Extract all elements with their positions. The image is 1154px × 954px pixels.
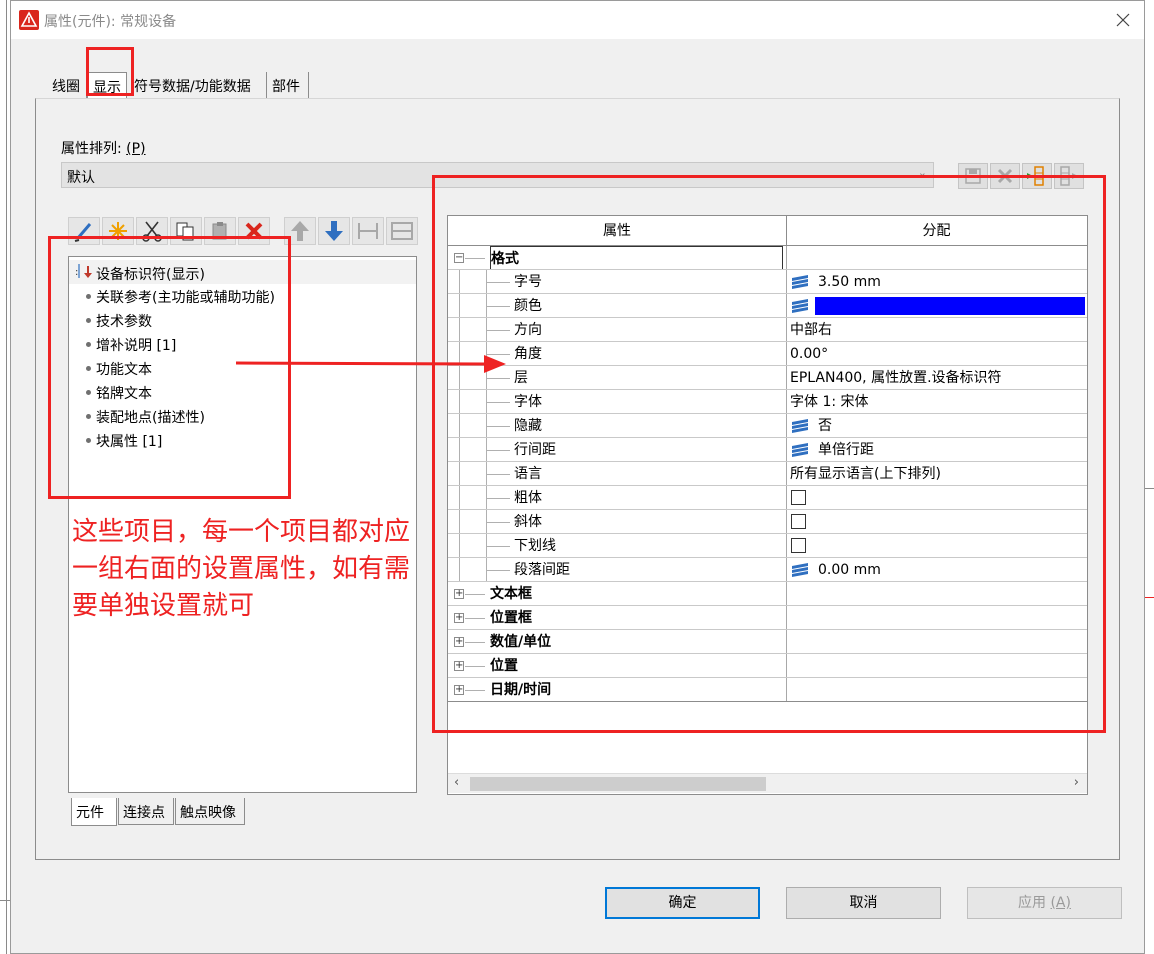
window-title: 属性(元件): 常规设备 [44, 14, 177, 30]
tab-parts[interactable]: 部件 [267, 72, 309, 99]
eplan-app-icon [19, 10, 39, 30]
bg-divider [0, 900, 10, 901]
group-icon [358, 223, 378, 239]
cancel-button[interactable]: 取消 [786, 887, 941, 919]
title-bar: 属性(元件): 常规设备 [11, 1, 1144, 39]
annotation-box-display-tab [86, 47, 134, 96]
property-order-label: 属性排列: (P) [61, 141, 146, 157]
scroll-left-icon[interactable]: ‹ [454, 775, 459, 790]
annotation-box-property-grid [432, 175, 1106, 733]
ungroup-button[interactable] [386, 217, 418, 245]
apply-button[interactable]: 应用 (A) [967, 887, 1122, 919]
arrow-down-icon [325, 221, 343, 241]
scrollbar-thumb[interactable] [470, 777, 766, 791]
close-button[interactable] [1112, 9, 1134, 31]
close-icon [1116, 13, 1130, 27]
apply-label: 应用 [1018, 895, 1047, 911]
horizontal-scrollbar[interactable]: ‹ › [448, 773, 1087, 793]
annotation-note: 这些项目，每一个项目都对应一组右面的设置属性，如有需要单独设置就可 [72, 517, 411, 621]
tab-connection-points[interactable]: 连接点 [118, 798, 174, 825]
tab-coil[interactable]: 线圈 [47, 72, 87, 99]
group-button[interactable] [352, 217, 384, 245]
tab-contact-image[interactable]: 触点映像 [175, 798, 245, 825]
move-down-button[interactable] [318, 217, 350, 245]
scroll-right-icon[interactable]: › [1074, 775, 1079, 790]
ok-button[interactable]: 确定 [605, 887, 760, 919]
annotation-arrow-icon [236, 355, 506, 373]
bg-divider [6, 0, 7, 954]
apply-hotkey: (A) [1050, 895, 1071, 911]
ungroup-icon [391, 222, 413, 240]
tab-component[interactable]: 元件 [71, 798, 117, 826]
tab-symbol-function-data[interactable]: 符号数据/功能数据 [129, 72, 267, 99]
property-order-value: 默认 [67, 170, 95, 186]
